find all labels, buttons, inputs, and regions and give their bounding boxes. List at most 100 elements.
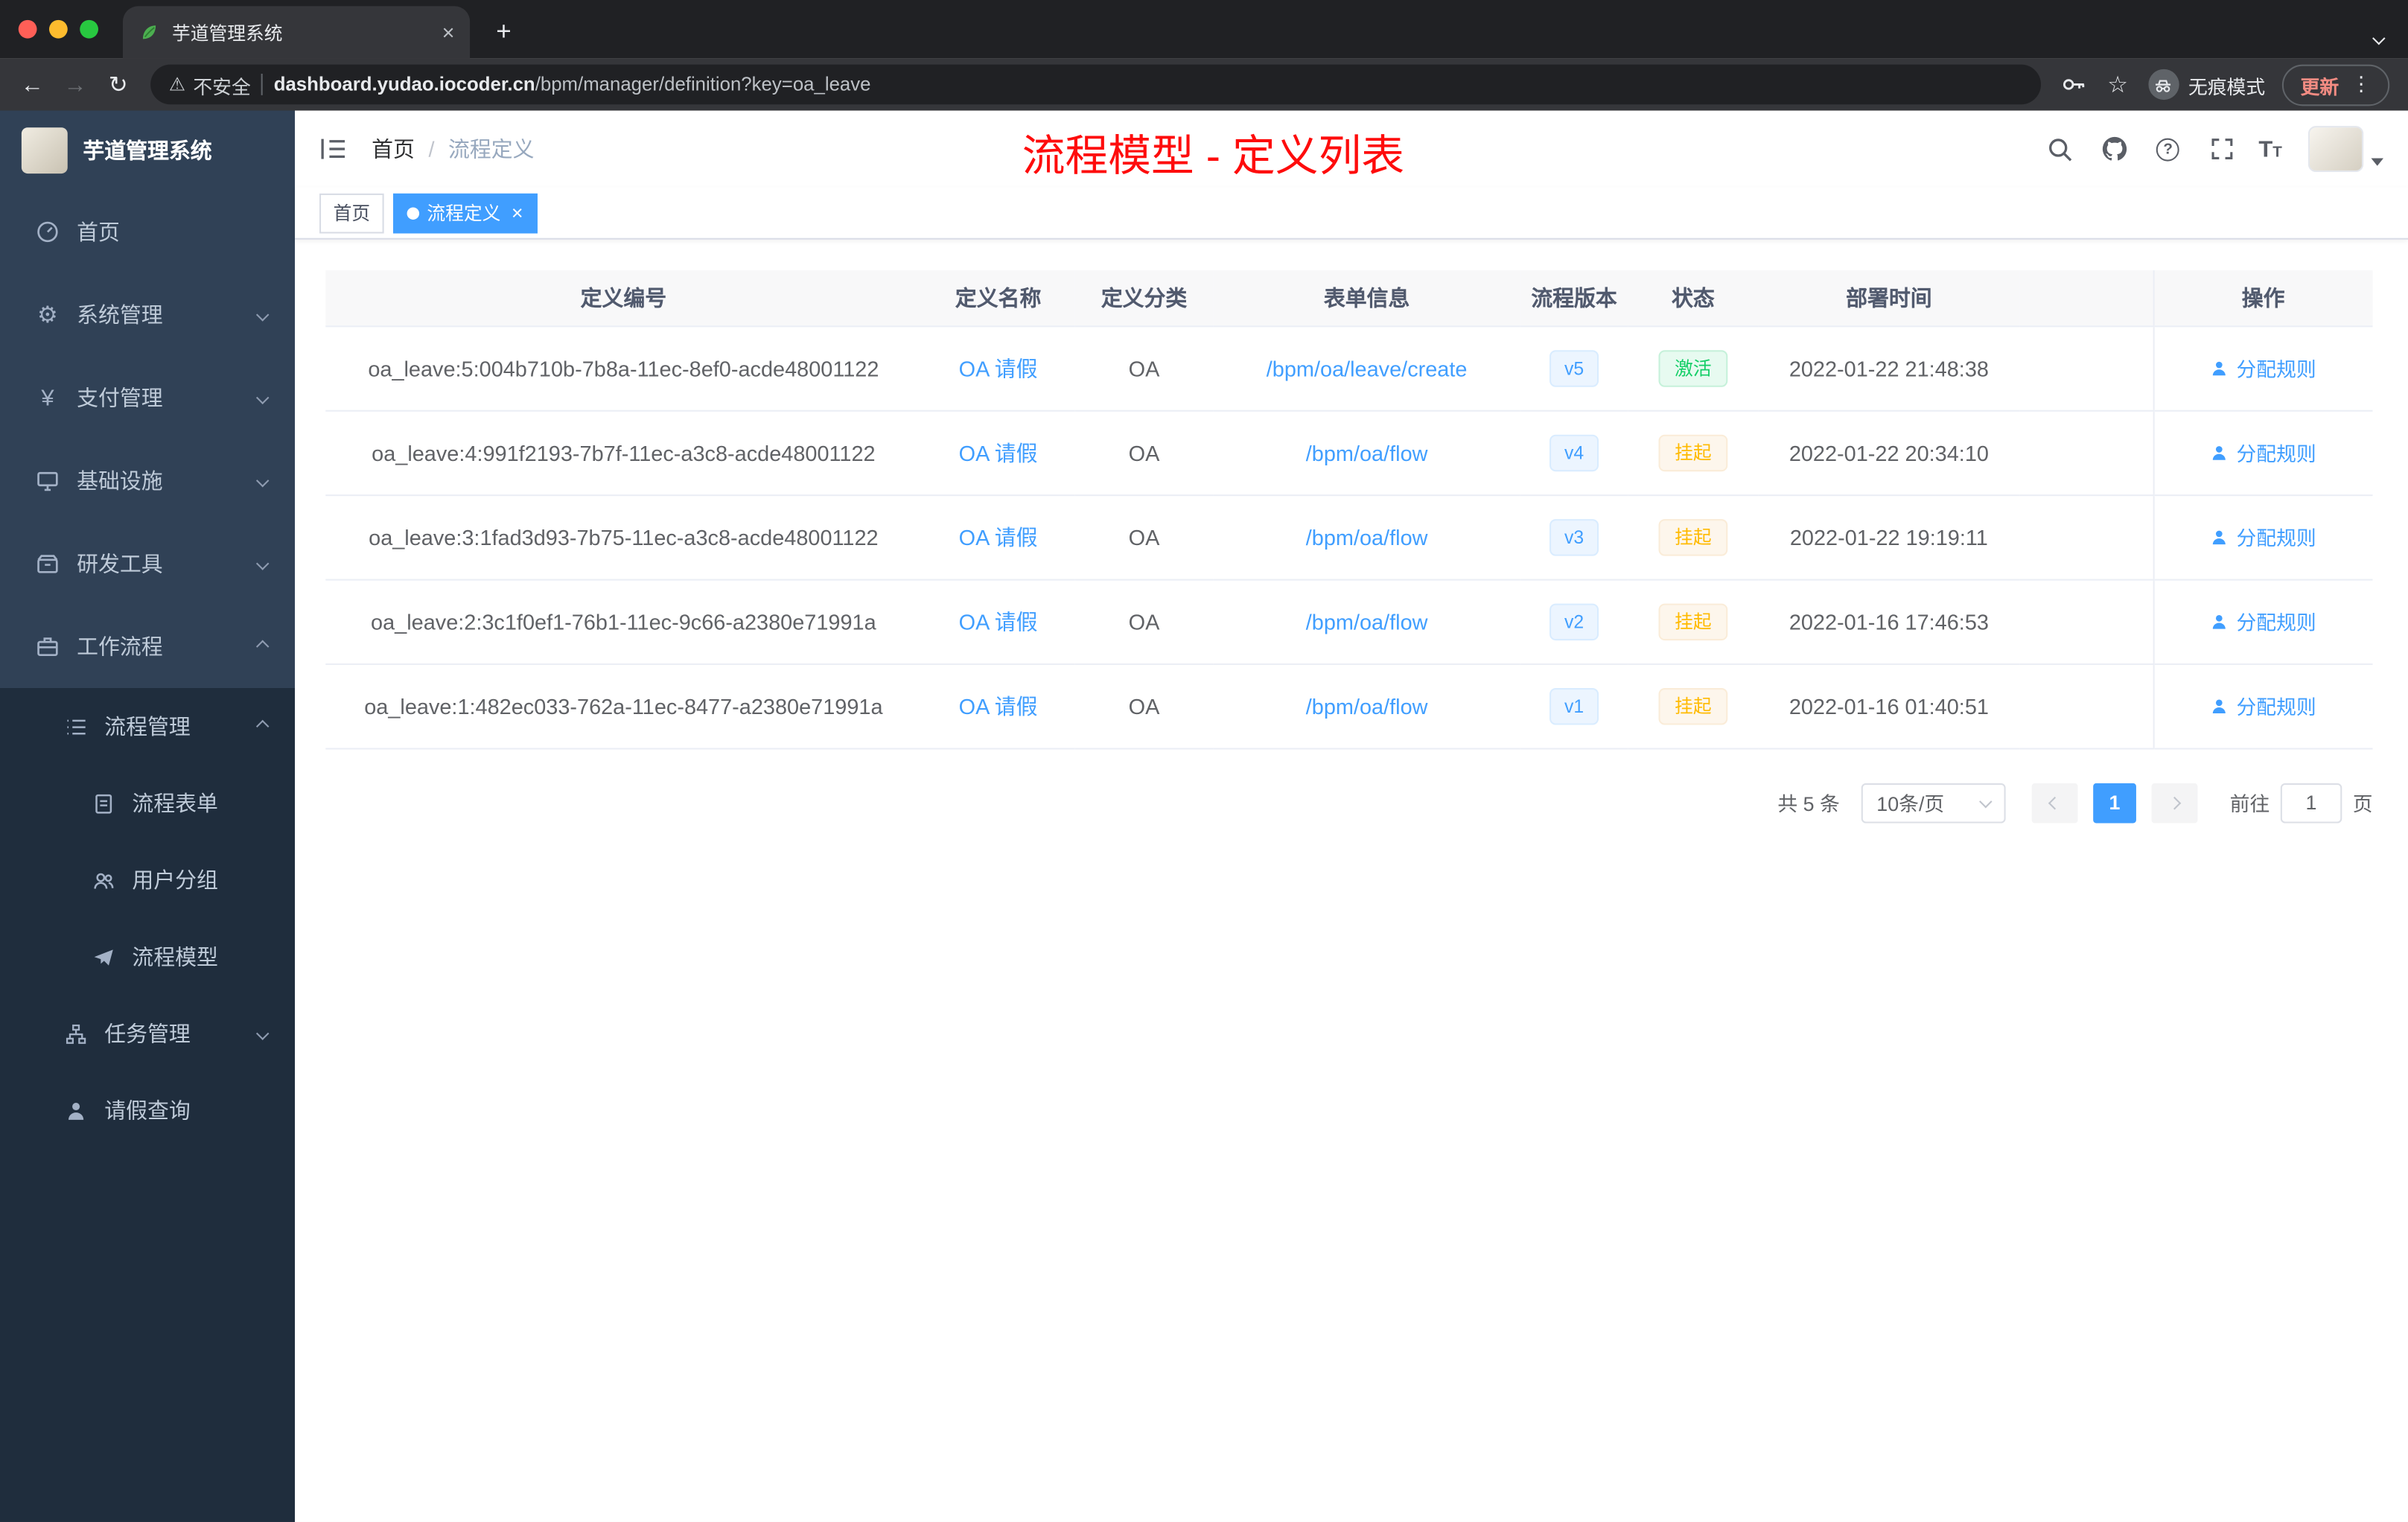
assign-rule-button[interactable]: 分配规则 (2210, 522, 2316, 551)
page-unit-label: 页 (2352, 792, 2373, 816)
new-tab-button[interactable]: + (482, 10, 526, 54)
window-close-button[interactable] (18, 19, 37, 39)
tag-home[interactable]: 首页 (319, 192, 384, 233)
table-header-row: 定义编号 定义名称 定义分类 表单信息 流程版本 状态 部署时间 操作 (325, 270, 2373, 327)
definition-name-link[interactable]: OA 请假 (959, 355, 1038, 380)
cell-definition-id: oa_leave:1:482ec033-762a-11ec-8477-a2380… (325, 663, 922, 749)
sidebar-item-dev-tools[interactable]: 研发工具 (0, 522, 295, 605)
sidebar-item-leave-query[interactable]: 请假查询 (0, 1072, 295, 1149)
search-icon[interactable] (2044, 132, 2077, 165)
incognito-icon (2148, 69, 2179, 101)
col-operations: 操作 (2152, 270, 2373, 327)
definition-name-link[interactable]: OA 请假 (959, 440, 1038, 465)
main-area: 首页 / 流程定义 流程模型 - 定义列表 ? T T 首页 流程定义 × 定义… (295, 110, 2408, 1522)
breadcrumb: 首页 / 流程定义 (372, 133, 534, 164)
sidebar-item-infrastructure[interactable]: 基础设施 (0, 439, 295, 522)
definition-name-link[interactable]: OA 请假 (959, 524, 1038, 549)
sidebar-item-home[interactable]: 首页 (0, 191, 295, 273)
goto-page-input[interactable] (2280, 782, 2342, 823)
screenshot-root: 芋道管理系统 × + ← → ↻ ⚠ 不安全 dashboard.yudao.i… (0, 0, 2408, 1522)
sidebar-item-system-management[interactable]: ⚙ 系统管理 (0, 273, 295, 356)
fullscreen-icon[interactable] (2205, 132, 2238, 165)
status-badge: 挂起 (1659, 518, 1727, 555)
tabstrip-chevron-down-icon[interactable] (2372, 23, 2386, 51)
security-indicator[interactable]: ⚠ 不安全 (169, 70, 251, 99)
form-link[interactable]: /bpm/oa/flow (1306, 693, 1428, 718)
sidebar-header: 芋道管理系统 (0, 111, 295, 191)
goto-label: 前往 (2229, 792, 2270, 816)
url-divider (261, 74, 264, 95)
cell-deploy-time: 2022-01-16 01:40:51 (1758, 663, 2020, 749)
col-deploy-time: 部署时间 (1758, 270, 2020, 327)
definition-name-link[interactable]: OA 请假 (959, 693, 1038, 718)
toolbar-right: ☆ 无痕模式 更新 ⋮ (2053, 63, 2395, 106)
total-count: 共 5 条 (1777, 792, 1840, 816)
col-definition-id: 定义编号 (325, 270, 922, 327)
assign-rule-button[interactable]: 分配规则 (2210, 438, 2316, 467)
prev-page-button[interactable] (2031, 782, 2078, 823)
form-link[interactable]: /bpm/oa/flow (1306, 440, 1428, 465)
sidebar-item-task-management[interactable]: 任务管理 (0, 996, 295, 1072)
sidebar-collapse-icon[interactable] (319, 137, 347, 162)
sidebar-item-process-management[interactable]: 流程管理 (0, 688, 295, 765)
version-badge: v5 (1549, 349, 1599, 386)
form-link[interactable]: /bpm/oa/flow (1306, 609, 1428, 634)
caret-down-icon (2371, 158, 2383, 166)
back-icon[interactable]: ← (13, 65, 53, 105)
forward-icon[interactable]: → (55, 65, 95, 105)
page-size-select[interactable]: 10条/页 (1861, 782, 2006, 823)
page-number-1[interactable]: 1 (2093, 782, 2136, 823)
next-page-button[interactable] (2151, 782, 2198, 823)
sidebar-item-process-form[interactable]: 流程表单 (0, 765, 295, 841)
assign-rule-button[interactable]: 分配规则 (2210, 607, 2316, 636)
col-process-version: 流程版本 (1520, 270, 1628, 327)
list-icon (62, 713, 89, 740)
tab-close-icon[interactable]: × (442, 22, 455, 43)
sidebar-item-user-group[interactable]: 用户分组 (0, 841, 295, 918)
breadcrumb-home[interactable]: 首页 (372, 133, 415, 164)
github-icon[interactable] (2098, 132, 2131, 165)
definition-name-link[interactable]: OA 请假 (959, 609, 1038, 634)
col-definition-category: 定义分类 (1074, 270, 1214, 327)
chevron-up-icon (255, 719, 270, 733)
tags-view-bar: 首页 流程定义 × (295, 188, 2408, 240)
tab-title: 芋道管理系统 (172, 22, 283, 44)
assign-rule-button[interactable]: 分配规则 (2210, 353, 2316, 382)
table-row: oa_leave:1:482ec033-762a-11ec-8477-a2380… (325, 663, 2373, 749)
breadcrumb-separator: / (428, 136, 435, 162)
window-zoom-button[interactable] (80, 19, 98, 39)
sidebar-item-process-model[interactable]: 流程模型 (0, 918, 295, 995)
update-button[interactable]: 更新 ⋮ (2281, 63, 2390, 106)
form-link[interactable]: /bpm/oa/flow (1306, 524, 1428, 549)
browser-menu-icon[interactable]: ⋮ (2351, 72, 2372, 97)
update-label: 更新 (2300, 76, 2339, 98)
cell-category: OA (1074, 325, 1214, 411)
browser-tab[interactable]: 芋道管理系统 × (123, 6, 471, 59)
user-icon (2213, 529, 2226, 544)
form-link[interactable]: /bpm/oa/leave/create (1267, 355, 1468, 380)
tag-close-icon[interactable]: × (512, 203, 523, 223)
help-icon[interactable]: ? (2151, 132, 2185, 165)
user-icon (2213, 698, 2226, 713)
bookmark-star-icon[interactable]: ☆ (2104, 71, 2132, 98)
font-size-icon[interactable]: TT (2258, 138, 2282, 161)
user-icon (2213, 614, 2226, 628)
tag-process-definition[interactable]: 流程定义 × (393, 192, 538, 233)
reload-icon[interactable]: ↻ (98, 65, 138, 105)
avatar[interactable] (2307, 126, 2364, 172)
browser-tabstrip: 芋道管理系统 × + (0, 0, 2408, 59)
table-row: oa_leave:2:3c1f0ef1-76b1-11ec-9c66-a2380… (325, 579, 2373, 665)
address-bar[interactable]: ⚠ 不安全 dashboard.yudao.iocoder.cn/bpm/man… (150, 64, 2041, 105)
window-minimize-button[interactable] (49, 19, 68, 39)
user-icon (2213, 445, 2226, 459)
table-row: oa_leave:3:1fad3d93-7b75-11ec-a3c8-acde4… (325, 494, 2373, 580)
sidebar-item-payment-management[interactable]: ¥ 支付管理 (0, 357, 295, 439)
status-badge: 激活 (1659, 349, 1727, 386)
yen-icon: ¥ (41, 384, 54, 411)
sidebar-item-workflow[interactable]: 工作流程 (0, 605, 295, 688)
assign-rule-button[interactable]: 分配规则 (2210, 691, 2316, 720)
user-menu[interactable] (2307, 126, 2383, 172)
key-icon[interactable] (2060, 71, 2087, 98)
chevron-down-icon (1978, 794, 1993, 808)
status-badge: 挂起 (1659, 602, 1727, 640)
